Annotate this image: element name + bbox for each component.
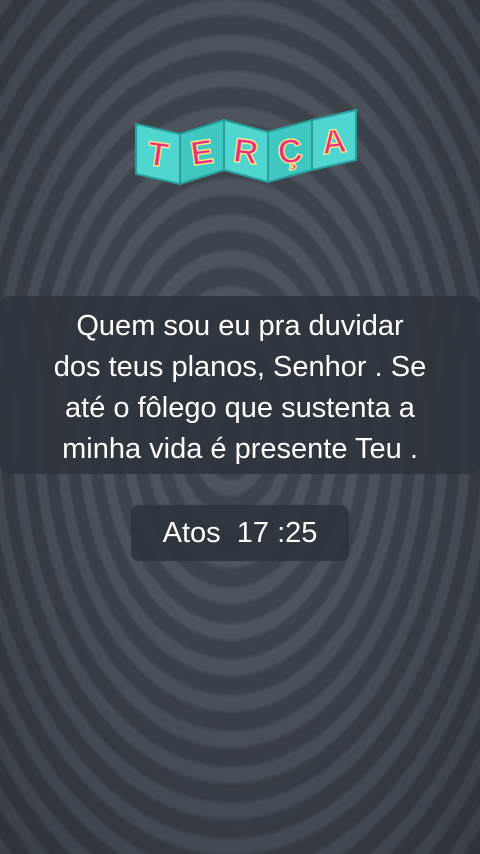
quote-line: Quem sou eu pra duvidar <box>76 310 404 342</box>
letter-4: Ç <box>276 132 305 173</box>
verse-reference: Atos 17 :25 <box>162 517 318 549</box>
quote-line: minha vida é presente Teu . <box>62 433 418 465</box>
quote-text: Quem sou eu pra duvidar dos teus planos,… <box>0 306 480 470</box>
quote-line: dos teus planos, Senhor . Se <box>53 351 427 383</box>
letter-5: A <box>320 122 348 162</box>
terca-sticker-art: T E R Ç A <box>135 108 357 186</box>
letter-3: R <box>231 132 260 173</box>
terca-sticker: T E R Ç A <box>134 108 358 186</box>
quote-line: até o fôlego que sustenta a <box>65 392 415 424</box>
